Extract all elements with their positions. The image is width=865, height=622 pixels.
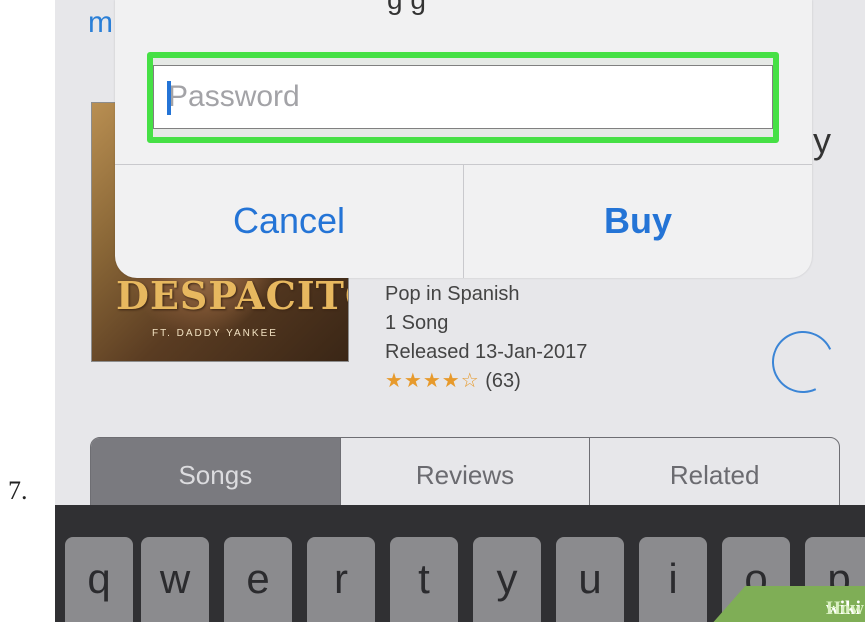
dialog-message-text: g g bbox=[387, 0, 426, 16]
password-field[interactable] bbox=[153, 65, 773, 129]
key-q[interactable]: q bbox=[65, 537, 133, 622]
password-input[interactable] bbox=[154, 66, 772, 128]
key-w[interactable]: w bbox=[141, 537, 209, 622]
key-e[interactable]: e bbox=[224, 537, 292, 622]
star-rating-icon: ★★★★☆ bbox=[385, 370, 480, 392]
album-release-date: Released 13-Jan-2017 bbox=[385, 341, 588, 363]
text-cursor bbox=[167, 81, 171, 115]
album-meta: Pop in Spanish 1 Song Released 13-Jan-20… bbox=[385, 280, 587, 396]
buy-button[interactable]: Buy bbox=[464, 164, 812, 278]
cancel-button[interactable]: Cancel bbox=[115, 164, 463, 278]
key-i[interactable]: i bbox=[639, 537, 707, 622]
phone-screen: m DESPACITO FT. DADDY YANKEE Pop in Span… bbox=[55, 0, 865, 622]
key-r[interactable]: r bbox=[307, 537, 375, 622]
sign-in-dialog: g g Cancel Buy bbox=[115, 0, 812, 278]
step-number: 7. bbox=[8, 476, 28, 505]
watermark-how: How bbox=[826, 598, 864, 619]
obscured-link-text: m bbox=[88, 6, 113, 39]
album-art-subtitle: FT. DADDY YANKEE bbox=[152, 328, 278, 339]
key-u[interactable]: u bbox=[556, 537, 624, 622]
key-y[interactable]: y bbox=[473, 537, 541, 622]
key-t[interactable]: t bbox=[390, 537, 458, 622]
rating-count: (63) bbox=[485, 370, 521, 392]
album-song-count: 1 Song bbox=[385, 312, 449, 334]
album-rating: ★★★★☆ (63) bbox=[385, 367, 587, 396]
loading-spinner-icon bbox=[763, 322, 843, 402]
album-art-title: DESPACITO bbox=[116, 273, 348, 318]
obscured-title-text: y bbox=[813, 120, 831, 161]
album-genre: Pop in Spanish bbox=[385, 283, 520, 305]
